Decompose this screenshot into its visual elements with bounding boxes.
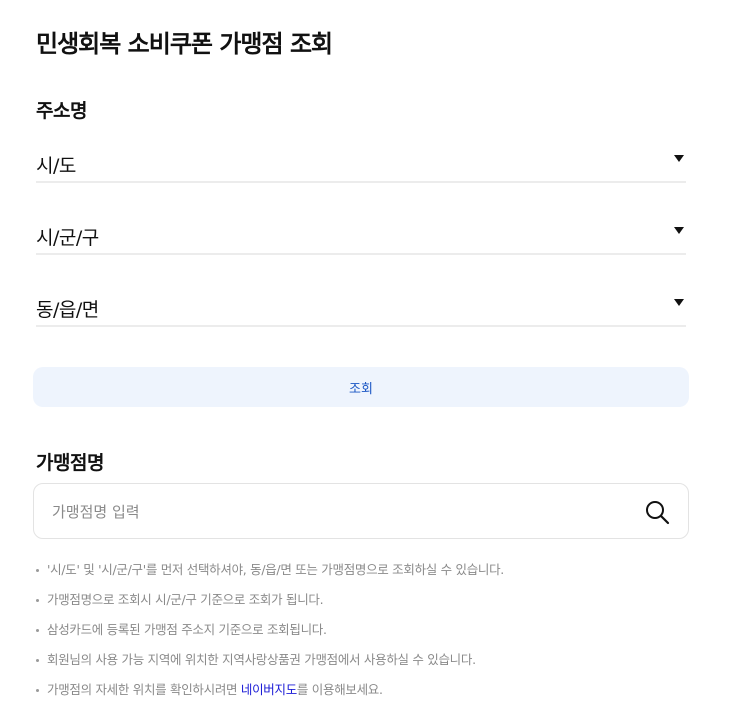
bullet-icon [36, 599, 39, 602]
store-section-title: 가맹점명 [36, 452, 104, 474]
caret-down-icon [674, 227, 684, 234]
province-select[interactable]: 시/도 [36, 143, 686, 183]
store-name-input[interactable] [52, 498, 612, 526]
notice-item: 가맹점의 자세한 위치를 확인하시려면 네이버지도를 이용해보세요. [36, 680, 716, 710]
notice-list: '시/도' 및 '시/군/구'를 먼저 선택하셔야, 동/읍/면 또는 가맹점명… [36, 560, 716, 710]
lookup-button[interactable]: 조회 [33, 367, 689, 407]
notice-item: 삼성카드에 등록된 가맹점 주소지 기준으로 조회됩니다. [36, 620, 716, 650]
town-select[interactable]: 동/읍/면 [36, 287, 686, 327]
province-select-label: 시/도 [36, 155, 76, 177]
notice-text-before: 가맹점의 자세한 위치를 확인하시려면 [47, 682, 241, 697]
search-icon[interactable] [644, 499, 670, 525]
notice-text-after: 를 이용해보세요. [296, 682, 383, 697]
caret-down-icon [674, 155, 684, 162]
notice-item: '시/도' 및 '시/군/구'를 먼저 선택하셔야, 동/읍/면 또는 가맹점명… [36, 560, 716, 590]
notice-text: 회원님의 사용 가능 지역에 위치한 지역사랑상품권 가맹점에서 사용하실 수 … [47, 652, 476, 667]
bullet-icon [36, 689, 39, 692]
store-search-box [33, 483, 689, 539]
page-title: 민생회복 소비쿠폰 가맹점 조회 [36, 30, 333, 58]
notice-item: 가맹점명으로 조회시 시/군/구 기준으로 조회가 됩니다. [36, 590, 716, 620]
naver-map-link[interactable]: 네이버지도 [241, 682, 297, 697]
city-select-label: 시/군/구 [36, 227, 99, 249]
caret-down-icon [674, 299, 684, 306]
notice-text: 삼성카드에 등록된 가맹점 주소지 기준으로 조회됩니다. [47, 622, 327, 637]
coupon-store-lookup-page: 민생회복 소비쿠폰 가맹점 조회 주소명 시/도 시/군/구 동/읍/면 조회 … [0, 0, 740, 726]
bullet-icon [36, 629, 39, 632]
bullet-icon [36, 569, 39, 572]
bullet-icon [36, 659, 39, 662]
notice-text: '시/도' 및 '시/군/구'를 먼저 선택하셔야, 동/읍/면 또는 가맹점명… [47, 562, 504, 577]
address-section-title: 주소명 [36, 100, 87, 122]
town-select-label: 동/읍/면 [36, 299, 99, 321]
city-select[interactable]: 시/군/구 [36, 215, 686, 255]
notice-text: 가맹점명으로 조회시 시/군/구 기준으로 조회가 됩니다. [47, 592, 324, 607]
notice-item: 회원님의 사용 가능 지역에 위치한 지역사랑상품권 가맹점에서 사용하실 수 … [36, 650, 716, 680]
